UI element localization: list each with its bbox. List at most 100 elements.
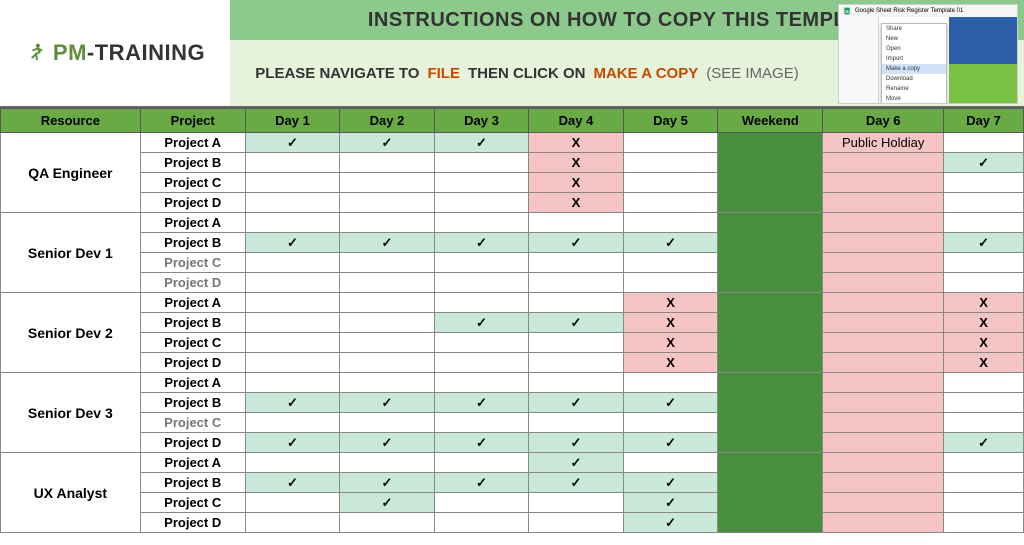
schedule-cell[interactable]: [623, 193, 718, 213]
resource-cell[interactable]: UX Analyst: [1, 453, 141, 533]
project-cell[interactable]: Project D: [140, 433, 245, 453]
weekend-cell[interactable]: [718, 453, 823, 533]
schedule-cell[interactable]: ✓: [529, 393, 624, 413]
col-weekend[interactable]: Weekend: [718, 109, 823, 133]
schedule-cell[interactable]: [340, 213, 435, 233]
schedule-cell[interactable]: X: [944, 333, 1024, 353]
col-project[interactable]: Project: [140, 109, 245, 133]
schedule-cell[interactable]: X: [623, 353, 718, 373]
weekend-cell[interactable]: [718, 373, 823, 453]
day6-cell[interactable]: [823, 453, 944, 473]
schedule-cell[interactable]: ✓: [944, 233, 1024, 253]
schedule-cell[interactable]: X: [529, 193, 624, 213]
day6-cell[interactable]: [823, 293, 944, 313]
schedule-cell[interactable]: [340, 453, 435, 473]
project-cell[interactable]: Project C: [140, 253, 245, 273]
schedule-cell[interactable]: [434, 493, 529, 513]
col-day4[interactable]: Day 4: [529, 109, 624, 133]
schedule-cell[interactable]: [623, 273, 718, 293]
schedule-cell[interactable]: [245, 353, 340, 373]
schedule-cell[interactable]: [340, 173, 435, 193]
col-day3[interactable]: Day 3: [434, 109, 529, 133]
schedule-cell[interactable]: [245, 513, 340, 533]
project-cell[interactable]: Project C: [140, 333, 245, 353]
resource-cell[interactable]: Senior Dev 1: [1, 213, 141, 293]
col-day6[interactable]: Day 6: [823, 109, 944, 133]
schedule-cell[interactable]: [623, 253, 718, 273]
weekend-cell[interactable]: [718, 213, 823, 293]
schedule-cell[interactable]: [340, 513, 435, 533]
schedule-cell[interactable]: [245, 453, 340, 473]
project-cell[interactable]: Project A: [140, 373, 245, 393]
schedule-cell[interactable]: [529, 493, 624, 513]
schedule-cell[interactable]: [434, 333, 529, 353]
schedule-cell[interactable]: [340, 353, 435, 373]
schedule-cell[interactable]: X: [529, 173, 624, 193]
col-day1[interactable]: Day 1: [245, 109, 340, 133]
schedule-cell[interactable]: X: [529, 133, 624, 153]
schedule-cell[interactable]: [944, 513, 1024, 533]
project-cell[interactable]: Project C: [140, 413, 245, 433]
schedule-cell[interactable]: ✓: [434, 313, 529, 333]
schedule-cell[interactable]: ✓: [623, 513, 718, 533]
schedule-cell[interactable]: ✓: [245, 233, 340, 253]
project-cell[interactable]: Project D: [140, 273, 245, 293]
col-day7[interactable]: Day 7: [944, 109, 1024, 133]
schedule-cell[interactable]: [944, 473, 1024, 493]
schedule-cell[interactable]: [340, 253, 435, 273]
day6-cell[interactable]: [823, 173, 944, 193]
schedule-cell[interactable]: X: [944, 313, 1024, 333]
schedule-cell[interactable]: [944, 453, 1024, 473]
schedule-cell[interactable]: ✓: [340, 493, 435, 513]
project-cell[interactable]: Project B: [140, 313, 245, 333]
day6-cell[interactable]: [823, 193, 944, 213]
resource-cell[interactable]: Senior Dev 3: [1, 373, 141, 453]
schedule-cell[interactable]: [245, 213, 340, 233]
schedule-cell[interactable]: [529, 413, 624, 433]
schedule-cell[interactable]: [434, 373, 529, 393]
day6-cell[interactable]: [823, 313, 944, 333]
resource-cell[interactable]: Senior Dev 2: [1, 293, 141, 373]
col-resource[interactable]: Resource: [1, 109, 141, 133]
schedule-cell[interactable]: [340, 313, 435, 333]
schedule-cell[interactable]: X: [623, 313, 718, 333]
schedule-cell[interactable]: X: [623, 293, 718, 313]
schedule-cell[interactable]: [529, 353, 624, 373]
project-cell[interactable]: Project C: [140, 173, 245, 193]
schedule-cell[interactable]: [623, 133, 718, 153]
schedule-cell[interactable]: [434, 453, 529, 473]
day6-cell[interactable]: [823, 433, 944, 453]
weekend-cell[interactable]: [718, 293, 823, 373]
schedule-cell[interactable]: [434, 213, 529, 233]
schedule-cell[interactable]: [245, 193, 340, 213]
day6-cell[interactable]: [823, 473, 944, 493]
schedule-cell[interactable]: [623, 453, 718, 473]
schedule-cell[interactable]: ✓: [623, 233, 718, 253]
resource-cell[interactable]: QA Engineer: [1, 133, 141, 213]
day6-cell[interactable]: [823, 333, 944, 353]
schedule-cell[interactable]: [944, 133, 1024, 153]
schedule-cell[interactable]: ✓: [944, 433, 1024, 453]
day6-cell[interactable]: [823, 493, 944, 513]
weekend-cell[interactable]: [718, 133, 823, 213]
schedule-cell[interactable]: [623, 153, 718, 173]
schedule-cell[interactable]: ✓: [623, 493, 718, 513]
project-cell[interactable]: Project C: [140, 493, 245, 513]
schedule-cell[interactable]: [944, 253, 1024, 273]
schedule-cell[interactable]: ✓: [529, 453, 624, 473]
schedule-cell[interactable]: [434, 513, 529, 533]
schedule-cell[interactable]: X: [623, 333, 718, 353]
schedule-cell[interactable]: ✓: [529, 313, 624, 333]
project-cell[interactable]: Project D: [140, 193, 245, 213]
schedule-cell[interactable]: ✓: [434, 133, 529, 153]
schedule-cell[interactable]: [944, 193, 1024, 213]
day6-cell[interactable]: [823, 413, 944, 433]
schedule-cell[interactable]: [434, 193, 529, 213]
schedule-cell[interactable]: [340, 273, 435, 293]
schedule-cell[interactable]: ✓: [245, 473, 340, 493]
project-cell[interactable]: Project D: [140, 353, 245, 373]
schedule-cell[interactable]: [944, 413, 1024, 433]
day6-cell[interactable]: Public Holdiay: [823, 133, 944, 153]
day6-cell[interactable]: [823, 233, 944, 253]
schedule-cell[interactable]: [529, 513, 624, 533]
